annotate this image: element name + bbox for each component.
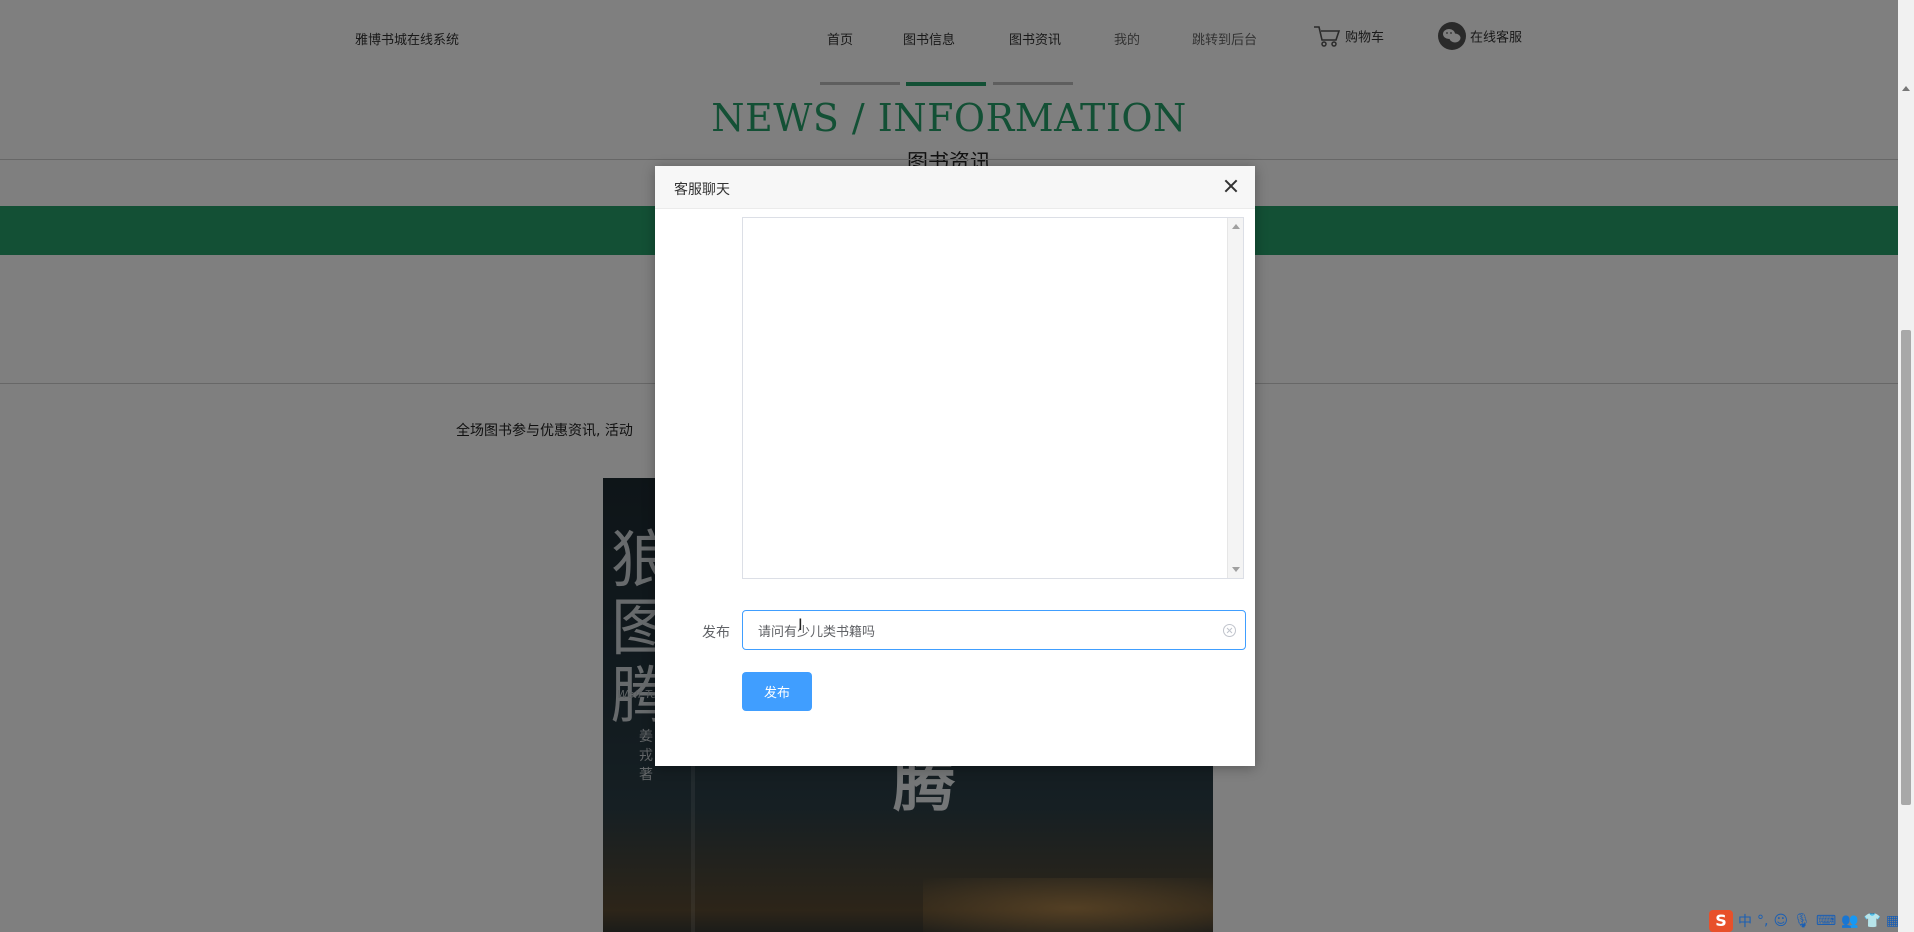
publish-button[interactable]: 发布: [742, 672, 812, 711]
customer-service-dialog: 客服聊天 发布 I 发布: [655, 166, 1255, 766]
dialog-title: 客服聊天: [674, 182, 730, 198]
ime-punctuation-icon[interactable]: °,: [1757, 913, 1768, 929]
scroll-thumb[interactable]: [1901, 330, 1911, 805]
dialog-header: 客服聊天: [655, 166, 1255, 209]
clear-input-icon[interactable]: [1223, 624, 1236, 637]
chat-scroll-up-icon[interactable]: [1232, 224, 1240, 229]
ime-toolbar: S 中 °, ☺ 🎙 ⌨ 👥 👕 ▦: [1706, 909, 1914, 932]
ime-logo-icon[interactable]: S: [1709, 909, 1733, 932]
ime-chinese-mode-icon[interactable]: 中: [1738, 911, 1752, 931]
chat-scrollbar[interactable]: [1227, 218, 1243, 578]
ime-voice-icon[interactable]: 🎙: [1793, 913, 1811, 929]
scroll-up-arrow-icon[interactable]: [1902, 86, 1910, 91]
publish-label: 发布: [702, 625, 730, 641]
text-cursor-icon: I: [798, 615, 803, 634]
message-input[interactable]: [742, 610, 1246, 650]
ime-user-icon[interactable]: 👥: [1841, 913, 1858, 929]
chat-scroll-down-icon[interactable]: [1232, 567, 1240, 572]
close-icon[interactable]: [1221, 176, 1241, 196]
ime-tools-icon[interactable]: ▦: [1886, 913, 1899, 929]
ime-skin-icon[interactable]: 👕: [1864, 913, 1881, 929]
ime-keyboard-icon[interactable]: ⌨: [1816, 913, 1836, 929]
ime-emoji-icon[interactable]: ☺: [1773, 913, 1788, 929]
page-scrollbar[interactable]: [1898, 0, 1914, 932]
chat-history-box[interactable]: [742, 217, 1244, 579]
